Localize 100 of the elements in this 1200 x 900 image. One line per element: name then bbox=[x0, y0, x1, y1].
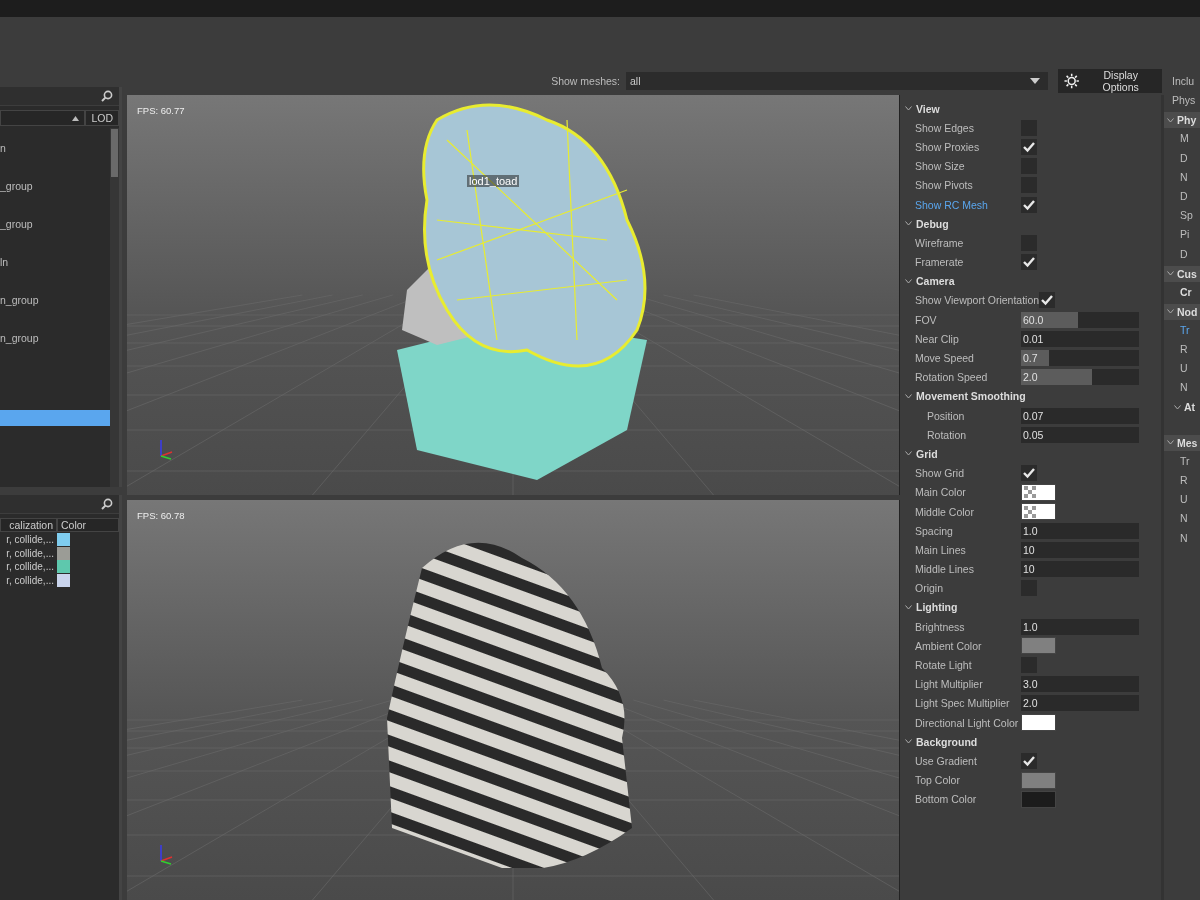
search-field[interactable] bbox=[0, 87, 119, 106]
property-label: Rotation bbox=[926, 428, 968, 441]
property-label: U bbox=[1179, 361, 1189, 377]
property-label: Framerate bbox=[914, 256, 965, 269]
checkbox[interactable] bbox=[1021, 138, 1037, 155]
property-label: N bbox=[1179, 511, 1189, 527]
property-label: Middle Color bbox=[914, 505, 975, 518]
slider-field[interactable]: 60.0 bbox=[1021, 311, 1139, 328]
search-icon[interactable] bbox=[101, 498, 113, 510]
checkbox[interactable] bbox=[1021, 752, 1037, 769]
property-label: Directional Light Color bbox=[914, 716, 1020, 729]
chevron-down-icon bbox=[1174, 404, 1181, 410]
table-cell-text: r, collide,... bbox=[5, 547, 55, 559]
property-label: R bbox=[1179, 473, 1189, 488]
dropdown-arrow-icon bbox=[1030, 78, 1040, 84]
meshes-dropdown[interactable]: all bbox=[626, 72, 1048, 90]
chevron-down-icon bbox=[905, 451, 912, 457]
search-field[interactable] bbox=[0, 495, 119, 514]
viewport[interactable]: FPS: 60.77 lod1_toad bbox=[127, 95, 900, 495]
property-label: FOV bbox=[914, 313, 938, 326]
property-label: Light Multiplier bbox=[914, 678, 984, 691]
column-header[interactable]: LOD bbox=[85, 110, 119, 126]
tree-item[interactable]: _group bbox=[0, 216, 110, 232]
group-header[interactable]: Phy bbox=[1164, 112, 1200, 129]
tree-item[interactable]: n bbox=[0, 140, 110, 156]
number-field[interactable]: 3.0 bbox=[1021, 676, 1139, 693]
slider-field[interactable]: 2.0 bbox=[1021, 369, 1139, 386]
property-label: Show RC Mesh bbox=[914, 198, 989, 211]
tree-item[interactable]: _group bbox=[0, 178, 110, 194]
group-header[interactable]: Mes bbox=[1164, 434, 1200, 451]
property-label: Bottom Color bbox=[914, 793, 978, 806]
group-header[interactable]: Cus bbox=[1164, 265, 1200, 282]
column-header[interactable]: calization bbox=[0, 518, 57, 532]
column-header[interactable]: Color bbox=[57, 518, 119, 532]
group-header[interactable]: At bbox=[1164, 397, 1200, 417]
chevron-down-icon bbox=[1167, 271, 1174, 277]
chevron-down-icon bbox=[905, 278, 912, 284]
number-field[interactable]: 1.0 bbox=[1021, 522, 1139, 539]
color-swatch[interactable] bbox=[1021, 790, 1056, 808]
search-icon[interactable] bbox=[101, 90, 113, 102]
column-header[interactable] bbox=[0, 110, 86, 126]
checkbox[interactable] bbox=[1021, 254, 1037, 271]
tree-item[interactable]: ln bbox=[0, 254, 110, 270]
chevron-down-icon bbox=[905, 106, 912, 112]
property-label: Near Clip bbox=[914, 332, 960, 345]
property-label: Move Speed bbox=[914, 352, 975, 365]
property-label: Show Grid bbox=[914, 467, 966, 480]
property-label: N bbox=[1179, 169, 1189, 185]
color-swatch[interactable] bbox=[1021, 503, 1056, 521]
chevron-down-icon bbox=[905, 604, 912, 610]
color-swatch[interactable] bbox=[1021, 771, 1056, 789]
section-header[interactable]: Movement Smoothing bbox=[900, 386, 1161, 406]
viewport[interactable]: FPS: 60.78 bbox=[127, 500, 900, 900]
property-label: R bbox=[1179, 342, 1189, 358]
fps-counter: FPS: 60.78 bbox=[137, 510, 185, 521]
section-header[interactable]: Debug bbox=[900, 214, 1161, 234]
section-header[interactable]: View bbox=[900, 99, 1161, 119]
tree-item[interactable]: n_group bbox=[0, 292, 110, 308]
property-label: N bbox=[1179, 380, 1189, 396]
axis-gizmo-icon bbox=[157, 843, 173, 865]
section-header[interactable]: Grid bbox=[900, 444, 1161, 464]
number-field[interactable]: 0.07 bbox=[1021, 407, 1139, 424]
number-field[interactable]: 0.01 bbox=[1021, 330, 1139, 347]
checkbox[interactable] bbox=[1021, 196, 1037, 213]
slider-field[interactable]: 0.7 bbox=[1021, 350, 1139, 367]
number-field[interactable]: 1.0 bbox=[1021, 618, 1139, 635]
color-swatch[interactable] bbox=[1021, 714, 1056, 732]
table-cell-text: r, collide,... bbox=[5, 534, 55, 546]
number-field[interactable]: 0.05 bbox=[1021, 426, 1139, 443]
color-swatch[interactable] bbox=[1021, 483, 1056, 501]
property-label: Ambient Color bbox=[914, 639, 983, 652]
mesh-label: lod1_toad bbox=[467, 175, 520, 187]
number-field[interactable]: 10 bbox=[1021, 561, 1139, 578]
property-label: D bbox=[1179, 188, 1189, 204]
settings-icon bbox=[1064, 73, 1080, 89]
property-label: D bbox=[1179, 150, 1189, 166]
display-options-button[interactable]: Display Options bbox=[1058, 69, 1162, 93]
property-label: Tr bbox=[1179, 322, 1191, 338]
tree-item[interactable]: n_group bbox=[0, 330, 110, 346]
property-label: Brightness bbox=[914, 620, 966, 633]
property-label: Tr bbox=[1179, 453, 1191, 469]
group-header[interactable]: Nod bbox=[1164, 303, 1200, 320]
property-label: Top Color bbox=[914, 774, 961, 787]
property-label: Rotation Speed bbox=[914, 371, 989, 384]
sort-up-icon bbox=[72, 115, 80, 121]
color-swatch[interactable] bbox=[1021, 637, 1056, 655]
chevron-down-icon bbox=[1167, 117, 1174, 123]
section-header[interactable]: Camera bbox=[900, 271, 1161, 291]
chevron-down-icon bbox=[905, 393, 912, 399]
table-cell-text: r, collide,... bbox=[5, 574, 55, 586]
chevron-down-icon bbox=[905, 739, 912, 745]
property-label: Inclu bbox=[1171, 74, 1196, 89]
checkbox[interactable] bbox=[1021, 465, 1037, 482]
section-header[interactable]: Background bbox=[900, 732, 1161, 752]
scrollbar[interactable] bbox=[110, 128, 119, 487]
checkbox[interactable] bbox=[1039, 292, 1056, 309]
number-field[interactable]: 2.0 bbox=[1021, 695, 1139, 712]
number-field[interactable]: 10 bbox=[1021, 541, 1139, 558]
section-header[interactable]: Lighting bbox=[900, 597, 1161, 618]
property-label: Show Size bbox=[914, 160, 966, 173]
